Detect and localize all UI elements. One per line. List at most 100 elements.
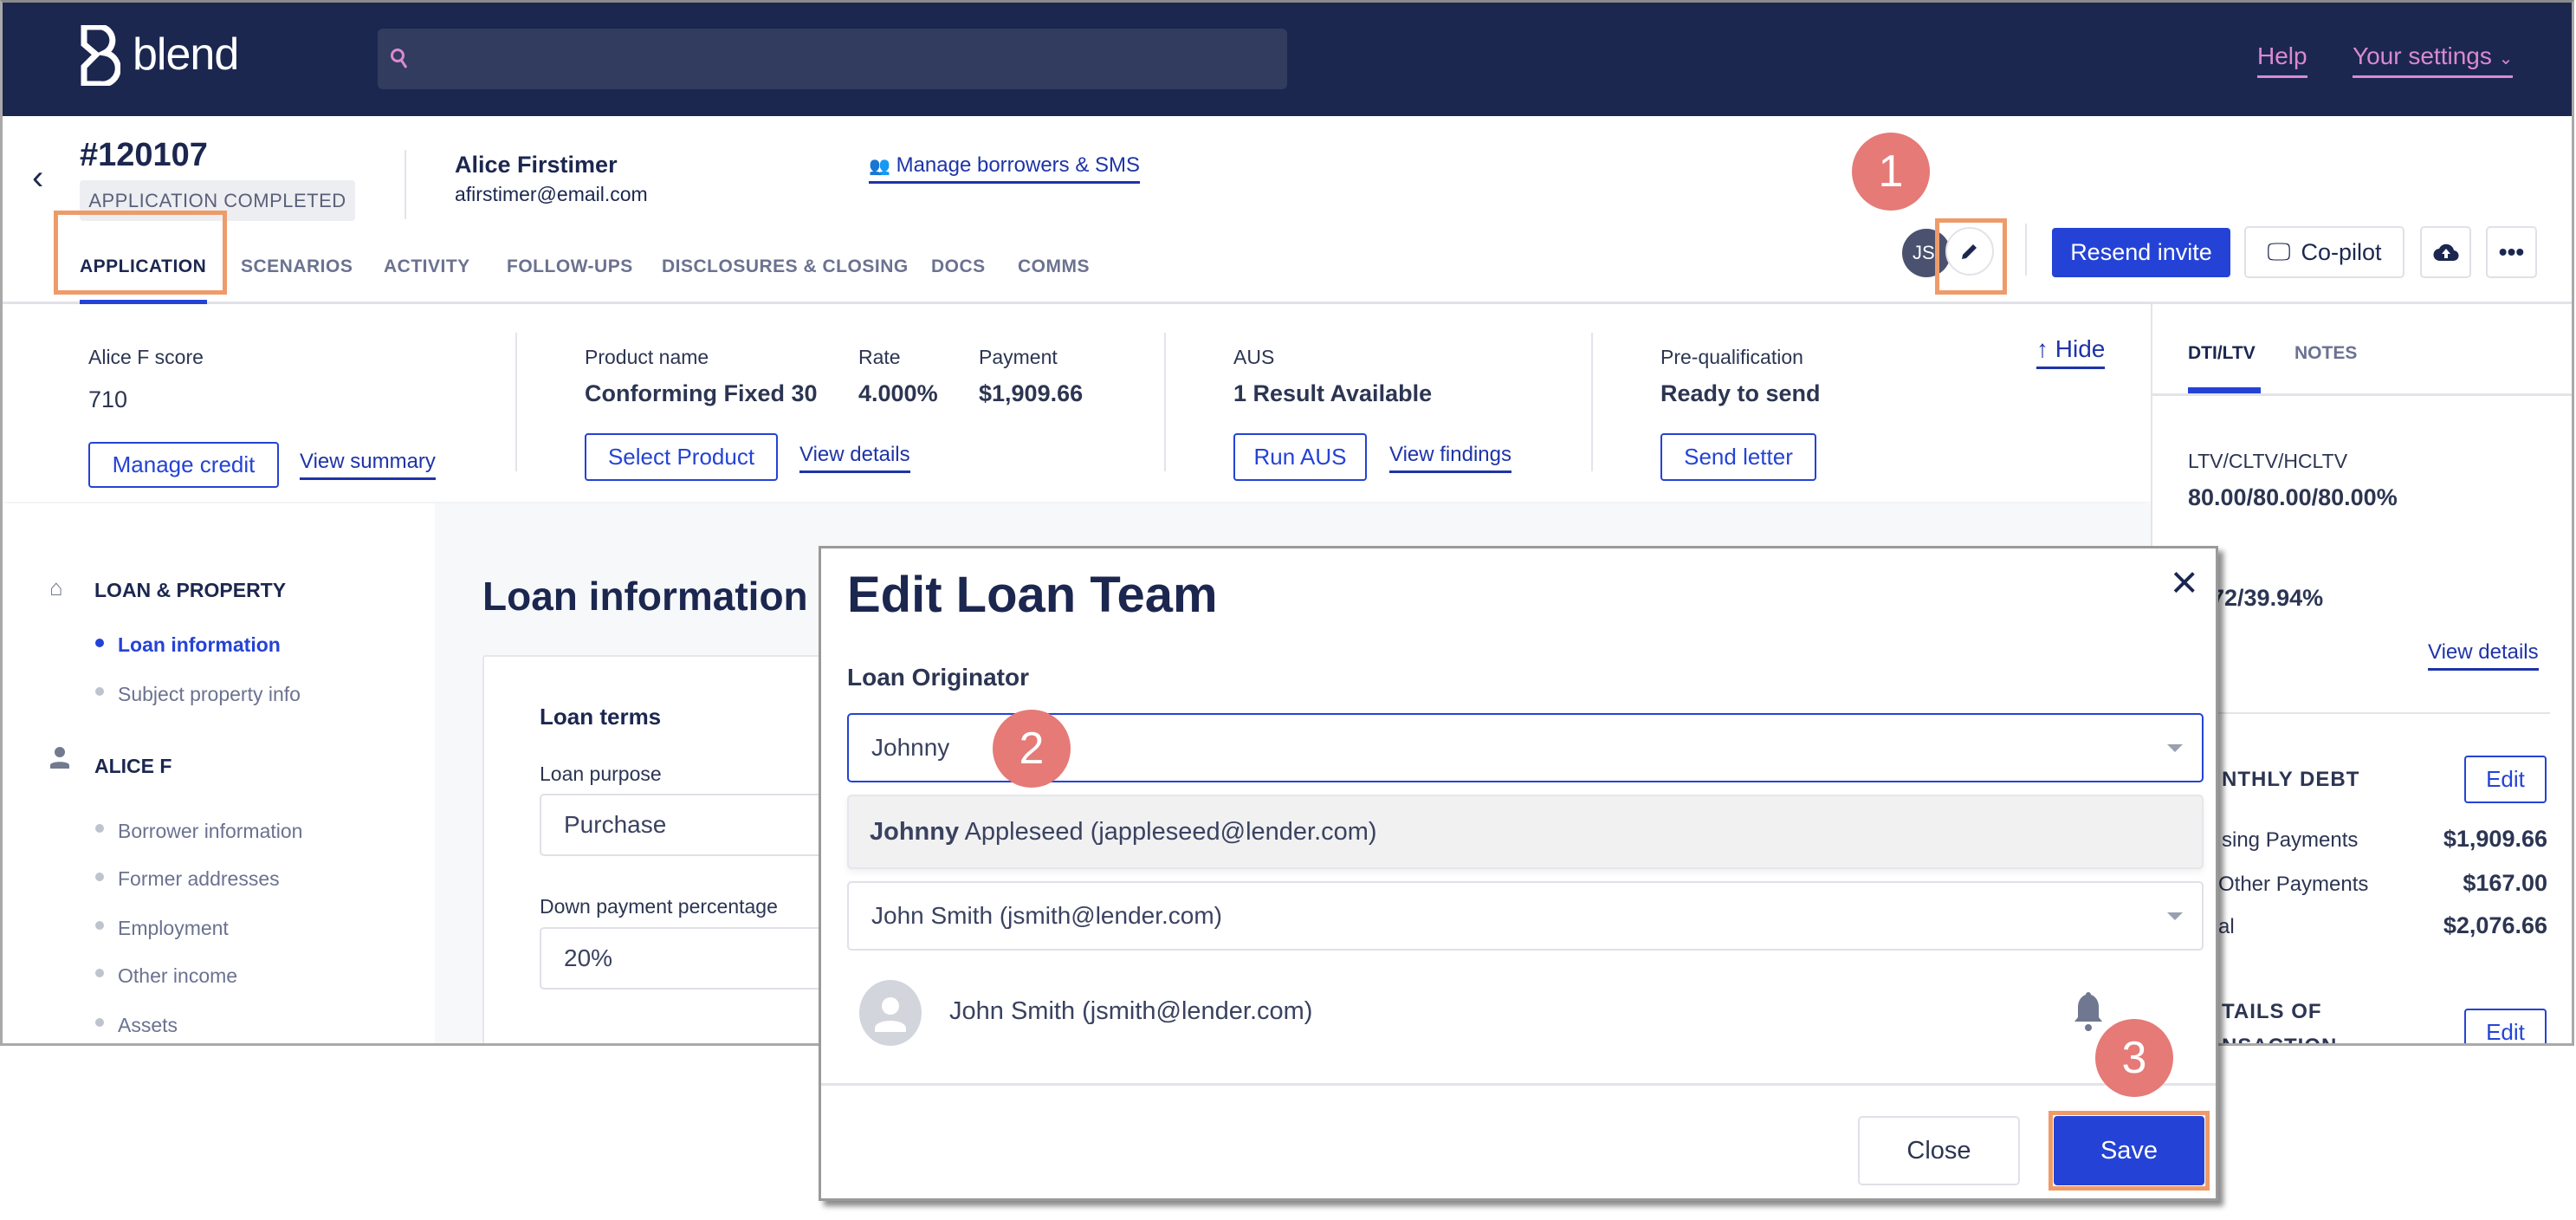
divider (515, 333, 517, 471)
send-letter-button[interactable]: Send letter (1660, 433, 1816, 481)
product-value: Conforming Fixed 30 (585, 380, 818, 406)
step-badge-2: 2 (993, 710, 1071, 788)
aus-value: 1 Result Available (1233, 380, 1433, 406)
option-match: Johnny (870, 817, 960, 846)
summary-strip: Alice F score 710 Manage credit View sum… (3, 304, 2151, 502)
tab-activity[interactable]: ACTIVITY (384, 256, 470, 277)
divider (405, 150, 406, 219)
copilot-button[interactable]: 🖵 Co-pilot (2244, 226, 2404, 278)
tab-docs[interactable]: DOCS (931, 256, 986, 277)
option-rest: Appleseed (jappleseed@lender.com) (959, 817, 1377, 846)
more-options-icon[interactable]: ••• (2486, 226, 2537, 278)
tab-scenarios[interactable]: SCENARIOS (241, 256, 353, 277)
blend-logo-icon (81, 25, 120, 86)
edit-details-button[interactable]: Edit (2464, 1009, 2547, 1043)
prequal-label: Pre-qualification (1660, 346, 1803, 368)
bullet (95, 921, 104, 930)
back-icon[interactable]: ‹ (32, 159, 43, 198)
payment-label: Payment (979, 346, 1058, 368)
ltv-value: 80.00/80.00/80.00% (2188, 484, 2398, 510)
view-details-link[interactable]: View details (799, 443, 910, 473)
divider (1591, 333, 1593, 471)
select-value: John Smith (jsmith@lender.com) (871, 902, 1223, 929)
view-summary-link[interactable]: View summary (300, 450, 436, 480)
close-button[interactable]: Close (1858, 1116, 2020, 1185)
down-payment-label: Down payment percentage (540, 895, 778, 918)
team-member-name: John Smith (jsmith@lender.com) (949, 997, 1313, 1025)
details-title: TAILS OF (2222, 1000, 2322, 1023)
bullet (95, 824, 104, 833)
chevron-down-icon: ⌄ (2498, 49, 2514, 68)
total-value: $2,076.66 (2443, 912, 2547, 938)
dropdown-option[interactable]: Johnny Appleseed (jappleseed@lender.com) (847, 795, 2204, 869)
brand-name: blend (133, 29, 239, 80)
step-badge-3: 3 (2095, 1019, 2173, 1097)
cloud-upload-icon (2432, 243, 2459, 262)
tab-dti-ltv[interactable]: DTI/LTV (2188, 343, 2256, 364)
view-findings-link[interactable]: View findings (1389, 443, 1511, 473)
bullet (95, 639, 104, 647)
other-payments-value: $167.00 (2463, 870, 2547, 896)
tab-notes[interactable]: NOTES (2294, 343, 2357, 364)
edit-debt-button[interactable]: Edit (2464, 756, 2547, 803)
divider (1164, 333, 1166, 471)
copilot-label: Co-pilot (2301, 238, 2382, 265)
bell-icon[interactable] (2073, 990, 2104, 1032)
monitor-star-icon: 🖵 (2267, 237, 2291, 265)
caret-down-icon (2167, 912, 2183, 920)
highlight-box (1935, 218, 2007, 295)
resend-invite-button[interactable]: Resend invite (2052, 228, 2230, 277)
search-icon (391, 49, 408, 68)
select-product-button[interactable]: Select Product (585, 433, 778, 481)
team-member-select[interactable]: John Smith (jsmith@lender.com) (847, 881, 2204, 951)
user-avatar-icon (859, 980, 922, 1046)
divider (2025, 224, 2027, 276)
sidebar-item-former-addresses[interactable]: Former addresses (118, 867, 280, 891)
view-details-link[interactable]: View details (2428, 640, 2539, 671)
sidebar-item-employment[interactable]: Employment (118, 917, 229, 940)
settings-label: Your settings (2353, 42, 2492, 69)
tab-disclosures-closing[interactable]: DISCLOSURES & CLOSING (662, 256, 909, 277)
monthly-debt-title: NTHLY DEBT (2222, 768, 2360, 791)
tab-comms[interactable]: COMMS (1018, 256, 1090, 277)
loan-id: #120107 (80, 137, 208, 173)
manage-borrowers-link[interactable]: 👥 Manage borrowers & SMS (869, 153, 1141, 184)
person-icon (50, 747, 69, 769)
caret-down-icon (2167, 744, 2183, 752)
divider (2188, 712, 2550, 714)
sidebar-section-loan-property: LOAN & PROPERTY (94, 579, 287, 601)
close-icon[interactable]: × (2171, 555, 2198, 609)
product-label: Product name (585, 346, 709, 368)
rate-label: Rate (858, 346, 901, 368)
highlight-box (2049, 1111, 2210, 1191)
modal-title: Edit Loan Team (847, 567, 1218, 623)
sidebar-item-other-income[interactable]: Other income (118, 964, 237, 988)
hide-summary-link[interactable]: ↑ Hide (2036, 335, 2106, 369)
search-input[interactable] (378, 29, 1287, 89)
tab-follow-ups[interactable]: FOLLOW-UPS (507, 256, 633, 277)
step-badge-1: 1 (1852, 133, 1930, 211)
your-settings-menu[interactable]: Your settings ⌄ (2353, 42, 2514, 78)
highlight-box (54, 211, 227, 295)
upload-button[interactable] (2420, 226, 2471, 278)
loan-purpose-label: Loan purpose (540, 762, 662, 785)
sidebar-item-assets[interactable]: Assets (118, 1014, 178, 1037)
sidebar-item-borrower-information[interactable]: Borrower information (118, 820, 302, 843)
manage-credit-button[interactable]: Manage credit (88, 442, 279, 488)
help-link[interactable]: Help (2257, 42, 2307, 78)
bullet (95, 969, 104, 977)
top-nav: blend Help Your settings ⌄ (3, 3, 2572, 116)
sidebar-item-loan-information[interactable]: Loan information (118, 633, 281, 657)
dti-value: 72/39.94% (2211, 585, 2324, 611)
bullet (95, 1018, 104, 1027)
sidebar-section-alice-f: ALICE F (94, 755, 172, 777)
score-value: 710 (88, 386, 128, 412)
home-icon: ⌂ (49, 574, 63, 600)
active-tab-indicator (2188, 387, 2261, 393)
sidebar: ⌂ LOAN & PROPERTY Loan information Subje… (3, 503, 435, 1043)
housing-payments-value: $1,909.66 (2443, 826, 2547, 852)
run-aus-button[interactable]: Run AUS (1233, 433, 1367, 481)
sidebar-item-subject-property[interactable]: Subject property info (118, 683, 301, 706)
card-title: Loan terms (540, 704, 662, 730)
page-title: Loan information (482, 574, 808, 619)
